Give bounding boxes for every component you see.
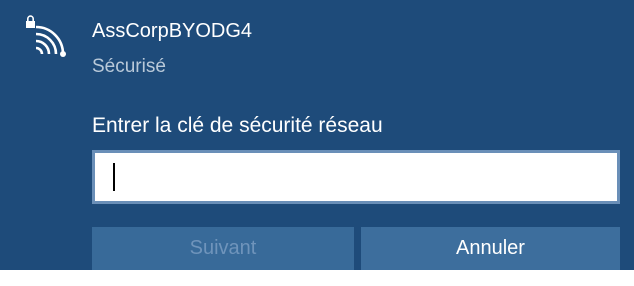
security-key-label: Entrer la clé de sécurité réseau [92, 114, 383, 137]
text-caret [113, 163, 115, 191]
next-button[interactable]: Suivant [92, 227, 354, 270]
cancel-button[interactable]: Annuler [361, 227, 620, 270]
wifi-connect-flyout: AssCorpBYODG4 Sécurisé Entrer la clé de … [0, 0, 634, 270]
security-key-input[interactable] [92, 150, 620, 204]
wifi-secured-icon [24, 14, 72, 62]
network-status: Sécurisé [92, 56, 166, 77]
network-name: AssCorpBYODG4 [92, 20, 253, 42]
